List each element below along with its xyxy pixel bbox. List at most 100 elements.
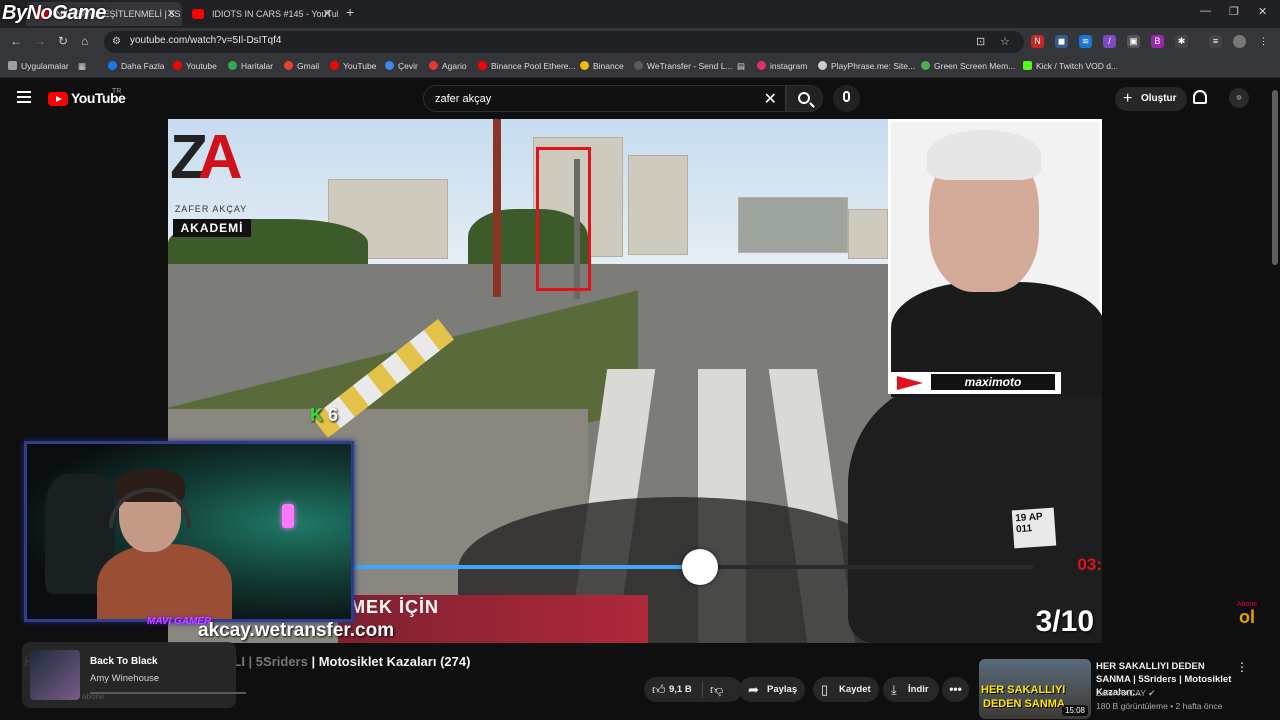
forward-icon[interactable]: → [34,34,46,48]
bookmark-item[interactable]: Green Screen Mem... [921,61,1015,71]
new-tab-icon[interactable]: + [346,4,354,20]
track-progress[interactable] [90,692,246,694]
voice-search-button[interactable] [833,85,860,112]
bookmark-item[interactable]: Agario [429,61,467,71]
bookmark-item[interactable]: instagram [757,61,807,71]
bookmark-item[interactable]: Gmail [284,61,319,71]
search-box: ✕ [423,85,786,112]
extension-icon[interactable]: ◼ [1055,35,1068,48]
extension-signal-icon[interactable]: ≋ [1079,35,1092,48]
extensions-puzzle-icon[interactable]: ✱ [1175,35,1188,48]
bookmark-item[interactable]: Binance [580,61,624,71]
bookmark-folder-icon[interactable]: ▤ [737,61,745,72]
media-control-icon[interactable]: ≡ [1209,35,1222,48]
subscribe-badge: Abone ol [1236,601,1258,627]
url-text[interactable]: youtube.com/watch?v=5Il-DsITqf4 [130,35,281,46]
logo-academy: AKADEMİ [173,219,251,237]
download-button[interactable]: ⤓ İndir [883,677,939,702]
profile-avatar-icon[interactable] [1233,35,1246,48]
presenter-facecam: maximoto [888,119,1102,397]
seek-bar-scrubber[interactable] [681,549,718,585]
streamer-brand-overlay: ByNoGame [2,2,106,24]
back-icon[interactable]: ← [10,34,22,48]
save-button[interactable]: ▯ Kaydet [813,677,879,702]
search-input[interactable] [435,91,755,107]
music-miniplayer[interactable]: Back To Black Amy Winehouse [22,642,246,708]
motorcycle [848,379,1102,643]
grid-icon[interactable]: ▦ [78,61,86,72]
album-art [30,650,80,700]
minimize-icon[interactable]: — [1200,5,1211,17]
tab-close-icon[interactable]: ✕ [167,2,176,26]
video-building [848,209,888,259]
thumbs-up-icon: 👍︎ [652,682,666,697]
bookmark-item[interactable]: Haritalar [228,61,273,71]
track-title: Back To Black [90,656,158,667]
sponsor-mark-icon [897,376,923,390]
extension-pen-icon[interactable]: / [1103,35,1116,48]
bookmark-item[interactable]: Daha Fazla [108,61,164,71]
streamer [97,468,232,619]
streamer-webcam [24,441,354,622]
license-plate: 19 AP 011 [1011,507,1057,549]
recommended-meta: 180 B görüntüleme • 2 hafta önce [1096,701,1223,711]
recommended-thumbnail[interactable]: HER SAKALLIYI DEDEN SANMA 15:08 [979,659,1091,719]
bookmarks-bar: Uygulamalar ▦ Daha Fazla Youtube Harital… [0,56,1280,78]
bookmark-item[interactable]: YouTube [330,61,376,71]
recommended-menu-icon[interactable]: ⋮ [1236,660,1248,674]
youtube-play-icon [48,92,68,106]
notifications-bell-icon[interactable] [1193,90,1207,104]
bookmark-apps[interactable]: Uygulamalar [8,61,69,71]
video-building [738,197,848,253]
page-scrollbar[interactable] [1272,90,1278,265]
youtube-header: YouTube TR ✕ +Oluştur ◍ [0,79,1280,119]
extension-image-icon[interactable]: ▣ [1127,35,1140,48]
account-avatar[interactable]: ◍ [1229,88,1249,108]
browser-tabstrip: ByNoGame NERSANLI EŞİTLENMELİ | 5S ✕ IDI… [0,0,1280,28]
seek-bar[interactable] [353,549,1033,585]
sponsor-logo: maximoto [891,372,1061,394]
bookmark-item[interactable]: Çevir [385,61,418,71]
track-artist: Amy Winehouse [90,673,160,684]
bookmark-item[interactable]: Kick / Twitch VOD d... [1023,61,1118,71]
address-bar[interactable]: ⚙ youtube.com/watch?v=5Il-DsITqf4 ⊡ ☆ [104,31,1024,53]
create-button[interactable]: + Oluştur [1115,87,1187,111]
bookmark-star-icon[interactable]: ☆ [1000,35,1010,48]
k-counter: K6 [310,405,339,425]
tab-close-icon[interactable]: ✕ [323,2,332,26]
video-timer: 03: [1077,555,1102,574]
bookmark-item[interactable]: PlayPhrase.me: Site... [818,61,915,71]
more-actions-button[interactable]: ••• [942,677,969,702]
channel-subscribe-hint: abone [82,692,105,701]
site-info-icon[interactable]: ⚙ [112,36,121,47]
install-app-icon[interactable]: ⊡ [976,35,985,48]
plus-icon: + [1123,90,1133,107]
bookmark-item[interactable]: WeTransfer - Send L... [634,61,733,71]
tab-title: IDIOTS IN CARS #145 - YouTub [212,9,338,19]
restore-icon[interactable]: ❐ [1229,5,1239,18]
recommended-channel[interactable]: Zafer AKCAY ✔ [1096,688,1155,699]
extension-b-icon[interactable]: B [1151,35,1164,48]
reload-icon[interactable]: ↻ [58,34,68,48]
extension-new-icon[interactable]: N [1031,35,1044,48]
promo-url: akcay.wetransfer.com [198,620,395,641]
search-button[interactable] [786,85,823,112]
like-button[interactable]: 👍︎ 9,1 B 👎︎ [644,677,742,702]
traffic-light-highlight [536,147,591,291]
screen: ByNoGame NERSANLI EŞİTLENMELİ | 5S ✕ IDI… [0,0,1280,720]
verified-icon: ✔ [1148,688,1156,698]
home-icon[interactable]: ⌂ [81,34,88,48]
browser-tab[interactable]: IDIOTS IN CARS #145 - YouTub ✕ [182,2,338,26]
thumbs-down-icon[interactable]: 👎︎ [710,677,723,702]
share-button[interactable]: ➦ Paylaş [739,677,805,702]
browser-menu-icon[interactable]: ⋮ [1257,35,1270,48]
hamburger-menu-icon[interactable] [17,91,31,103]
video-building [628,155,688,255]
k-icon: K [310,405,323,425]
clear-search-icon[interactable]: ✕ [764,89,777,109]
accident-counter: 3/10 [1035,605,1094,638]
bookmark-item[interactable]: Binance Pool Ethere... [478,61,576,71]
bookmark-item[interactable]: Youtube [173,61,217,71]
window-close-icon[interactable]: ✕ [1258,5,1267,18]
presenter-hair [927,130,1041,180]
